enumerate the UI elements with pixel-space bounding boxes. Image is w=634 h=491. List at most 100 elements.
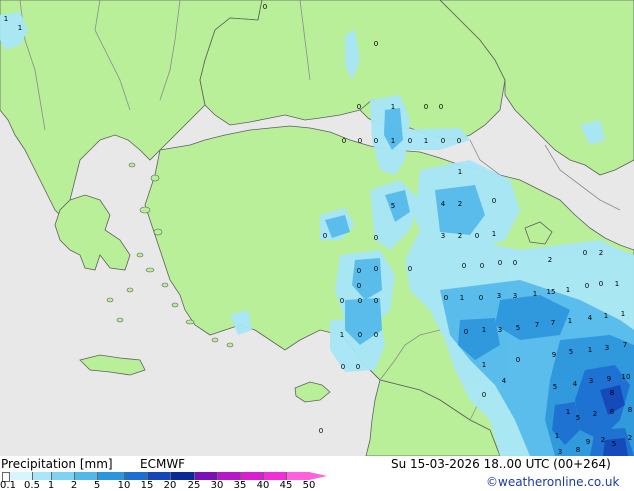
precip-value-label: 3 bbox=[605, 344, 609, 352]
precip-value-label: 0 bbox=[444, 294, 448, 302]
precip-value-label: 7 bbox=[623, 341, 627, 349]
precip-value-label: 3 bbox=[497, 292, 501, 300]
precip-value-label: 7 bbox=[535, 321, 539, 329]
precip-value-label: 0 bbox=[585, 282, 589, 290]
precip-value-label: 7 bbox=[551, 319, 555, 327]
precip-value-label: 8 bbox=[610, 389, 614, 397]
precip-value-label: 0 bbox=[480, 262, 484, 270]
precip-value-label: 5 bbox=[391, 202, 395, 210]
precip-value-label: 1 bbox=[482, 326, 486, 334]
precip-value-label: 0 bbox=[464, 328, 468, 336]
precip-value-label: 0 bbox=[374, 297, 378, 305]
precip-value-label: 2 bbox=[599, 249, 603, 257]
precip-value-label: 0 bbox=[457, 137, 461, 145]
precip-value-label: 1 bbox=[4, 15, 8, 23]
precip-value-label: 9 bbox=[607, 375, 611, 383]
precip-value-label: 0 bbox=[492, 197, 496, 205]
precip-value-label: 0 bbox=[516, 356, 520, 364]
legend-swatch bbox=[217, 472, 241, 480]
precip-value-label: 0 bbox=[424, 103, 428, 111]
footer-credit: ©weatheronline.co.uk bbox=[486, 475, 620, 489]
legend-swatch bbox=[74, 472, 98, 480]
precip-value-label: 0 bbox=[319, 427, 323, 435]
precip-value-label: 3 bbox=[558, 448, 562, 456]
legend-swatch bbox=[124, 472, 148, 480]
precip-value-label: 0 bbox=[498, 259, 502, 267]
precip-value-label: 4 bbox=[502, 377, 507, 385]
legend-swatch bbox=[32, 472, 52, 480]
precip-value-label: 4 bbox=[573, 380, 578, 388]
precip-value-label: 0 bbox=[479, 294, 483, 302]
legend-swatch bbox=[194, 472, 218, 480]
precip-value-label: 0 bbox=[408, 265, 412, 273]
legend-swatch bbox=[240, 472, 264, 480]
precip-value-label: 2 bbox=[458, 200, 462, 208]
legend-swatch bbox=[286, 472, 310, 480]
precip-value-label: 0 bbox=[462, 262, 466, 270]
precip-value-label: 1 bbox=[621, 310, 625, 318]
precip-value-label: 3 bbox=[589, 377, 593, 385]
map-footer: Precipitation [mm] ECMWF Su 15-03-2026 1… bbox=[0, 456, 634, 491]
precip-value-label: 1 bbox=[424, 137, 428, 145]
precip-value-label: 0 bbox=[341, 363, 345, 371]
precip-value-label: 3 bbox=[513, 292, 517, 300]
precipitation-map: 1 1 0 0 0 1 0 0 0 0 0 1 0 1 0 0 1 5 4 2 0 0 0 3 2 0 1 0 0 0 0 0 0 0 2 0 2 0 0 0… bbox=[0, 0, 634, 456]
precip-value-label: 0 bbox=[475, 232, 479, 240]
precip-value-label: 5 bbox=[612, 440, 616, 448]
precip-value-label: 0 bbox=[356, 363, 360, 371]
precip-value-label: 0 bbox=[263, 3, 267, 11]
precip-value-label: 0 bbox=[357, 282, 361, 290]
precip-value-label: 2 bbox=[628, 434, 632, 442]
precip-value-label: 0 bbox=[441, 137, 445, 145]
precip-value-label: 5 bbox=[569, 348, 573, 356]
precip-value-label: 1 bbox=[533, 290, 537, 298]
precip-value-label: 5 bbox=[516, 324, 520, 332]
precip-value-label: 1 bbox=[492, 230, 496, 238]
precip-value-label: 0 bbox=[357, 103, 361, 111]
precip-value-label: 0 bbox=[358, 137, 362, 145]
precip-value-label: 1 bbox=[482, 361, 486, 369]
precip-value-label: 1 bbox=[604, 312, 608, 320]
precip-value-label: 0 bbox=[358, 297, 362, 305]
precip-value-label: 1 bbox=[391, 137, 395, 145]
precip-value-label: 5 bbox=[553, 383, 557, 391]
legend-swatch bbox=[147, 472, 171, 480]
precip-value-label: 0 bbox=[583, 249, 587, 257]
precip-value-label: 2 bbox=[593, 410, 597, 418]
precip-value-label: 8 bbox=[628, 406, 632, 414]
precip-value-label: 0 bbox=[599, 280, 603, 288]
precip-value-label: 1 bbox=[566, 286, 570, 294]
precip-value-label: 5 bbox=[576, 414, 580, 422]
precip-value-label: 1 bbox=[458, 168, 462, 176]
precip-value-label: 2 bbox=[458, 232, 462, 240]
precip-value-label: 2 bbox=[601, 436, 605, 444]
precip-value-label: 1 bbox=[615, 280, 619, 288]
legend-arrow-tip bbox=[309, 472, 327, 480]
precip-value-label: 9 bbox=[586, 438, 590, 446]
precip-value-label: 1 bbox=[568, 317, 572, 325]
precip-value-label: 1 bbox=[555, 432, 559, 440]
precip-value-label: 3 bbox=[498, 326, 502, 334]
precip-value-label: 0 bbox=[374, 234, 378, 242]
precip-value-label: 0 bbox=[358, 331, 362, 339]
footer-valid-time: Su 15-03-2026 18..00 UTC (00+264) bbox=[391, 457, 611, 471]
precip-value-label: 1 bbox=[588, 346, 592, 354]
precip-value-label: 8 bbox=[610, 408, 614, 416]
footer-model: ECMWF bbox=[140, 457, 186, 471]
legend-swatch bbox=[97, 472, 125, 480]
precip-value-label: 2 bbox=[548, 256, 552, 264]
precip-value-label: 0 bbox=[482, 391, 486, 399]
precip-value-label: 9 bbox=[552, 351, 556, 359]
legend-swatch bbox=[170, 472, 195, 480]
precip-value-label: 0 bbox=[323, 232, 327, 240]
legend-swatch bbox=[263, 472, 287, 480]
precip-value-label: 4 bbox=[441, 200, 446, 208]
legend-swatch bbox=[51, 472, 75, 480]
precip-value-label: 1 bbox=[391, 103, 395, 111]
precip-value-label: 0 bbox=[374, 137, 378, 145]
precip-value-label: 0 bbox=[357, 267, 361, 275]
legend-swatch bbox=[8, 472, 33, 480]
precip-value-label: 3 bbox=[441, 232, 445, 240]
precip-value-label: 0 bbox=[439, 103, 443, 111]
precip-value-label: 0 bbox=[408, 137, 412, 145]
